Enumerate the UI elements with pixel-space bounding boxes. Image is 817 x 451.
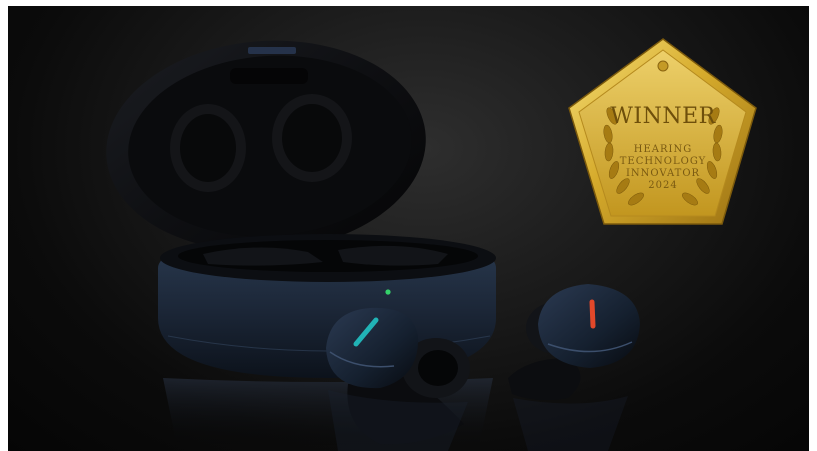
award-line-1: HEARING	[634, 144, 692, 155]
hero-scene: WINNER HEARING TECHNOLOGY INNOVATOR 2024	[106, 38, 757, 451]
award-badge: WINNER HEARING TECHNOLOGY INNOVATOR 2024	[568, 38, 757, 225]
charging-led-icon	[385, 289, 391, 295]
right-earbud	[508, 284, 640, 401]
award-year: 2024	[648, 180, 677, 191]
award-title: WINNER	[610, 104, 716, 129]
award-line-3: INNOVATOR	[626, 168, 700, 179]
product-hero-image: WINNER HEARING TECHNOLOGY INNOVATOR 2024	[8, 6, 809, 451]
right-accent-light-icon	[589, 299, 596, 329]
award-line-2: TECHNOLOGY	[620, 156, 707, 167]
charging-case-lid	[106, 40, 426, 252]
